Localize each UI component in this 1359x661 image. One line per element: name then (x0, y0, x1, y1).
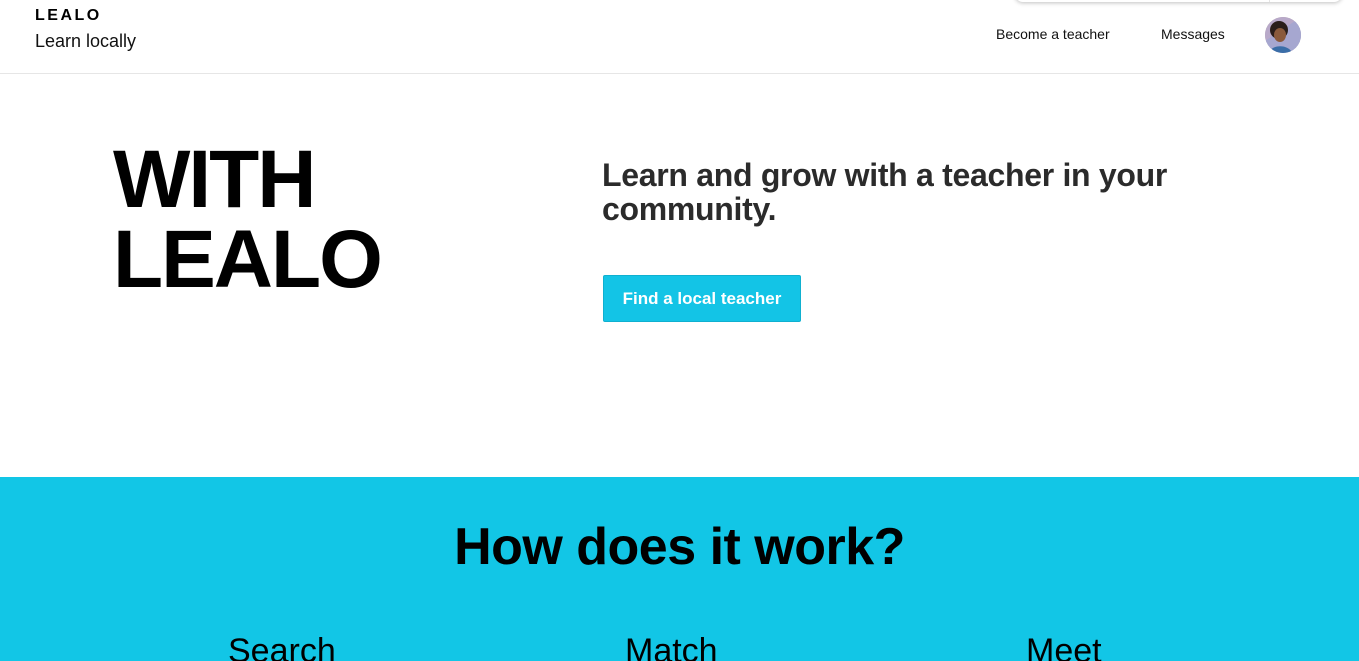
hero-big-text-line-1: WITH (113, 134, 316, 225)
avatar-portrait-icon (1265, 17, 1301, 53)
step-meet: Meet (1026, 632, 1102, 661)
user-avatar-icon[interactable] (1265, 17, 1301, 53)
brand-logo[interactable]: LEALO Learn locally (35, 7, 136, 52)
step-search: Search (228, 632, 336, 661)
find-teacher-button[interactable]: Find a local teacher (603, 275, 801, 322)
hero-big-text: WITH LEALO (113, 134, 493, 305)
how-it-works-section: How does it work? Search Match Meet (0, 477, 1359, 661)
dropdown-panel-edge (1015, 0, 1342, 2)
brand-tagline: Learn locally (35, 31, 137, 51)
messages-link[interactable]: Messages (1161, 26, 1225, 42)
become-teacher-link[interactable]: Become a teacher (996, 26, 1110, 42)
hero-big-text-line-2: LEALO (113, 214, 383, 305)
step-match: Match (625, 632, 718, 661)
hero-heading: Learn and grow with a teacher in your co… (602, 157, 1168, 227)
brand-name: LEALO (35, 7, 102, 24)
how-it-works-title: How does it work? (454, 518, 905, 576)
site-header: LEALO Learn locally Become a teacher Mes… (0, 0, 1359, 74)
